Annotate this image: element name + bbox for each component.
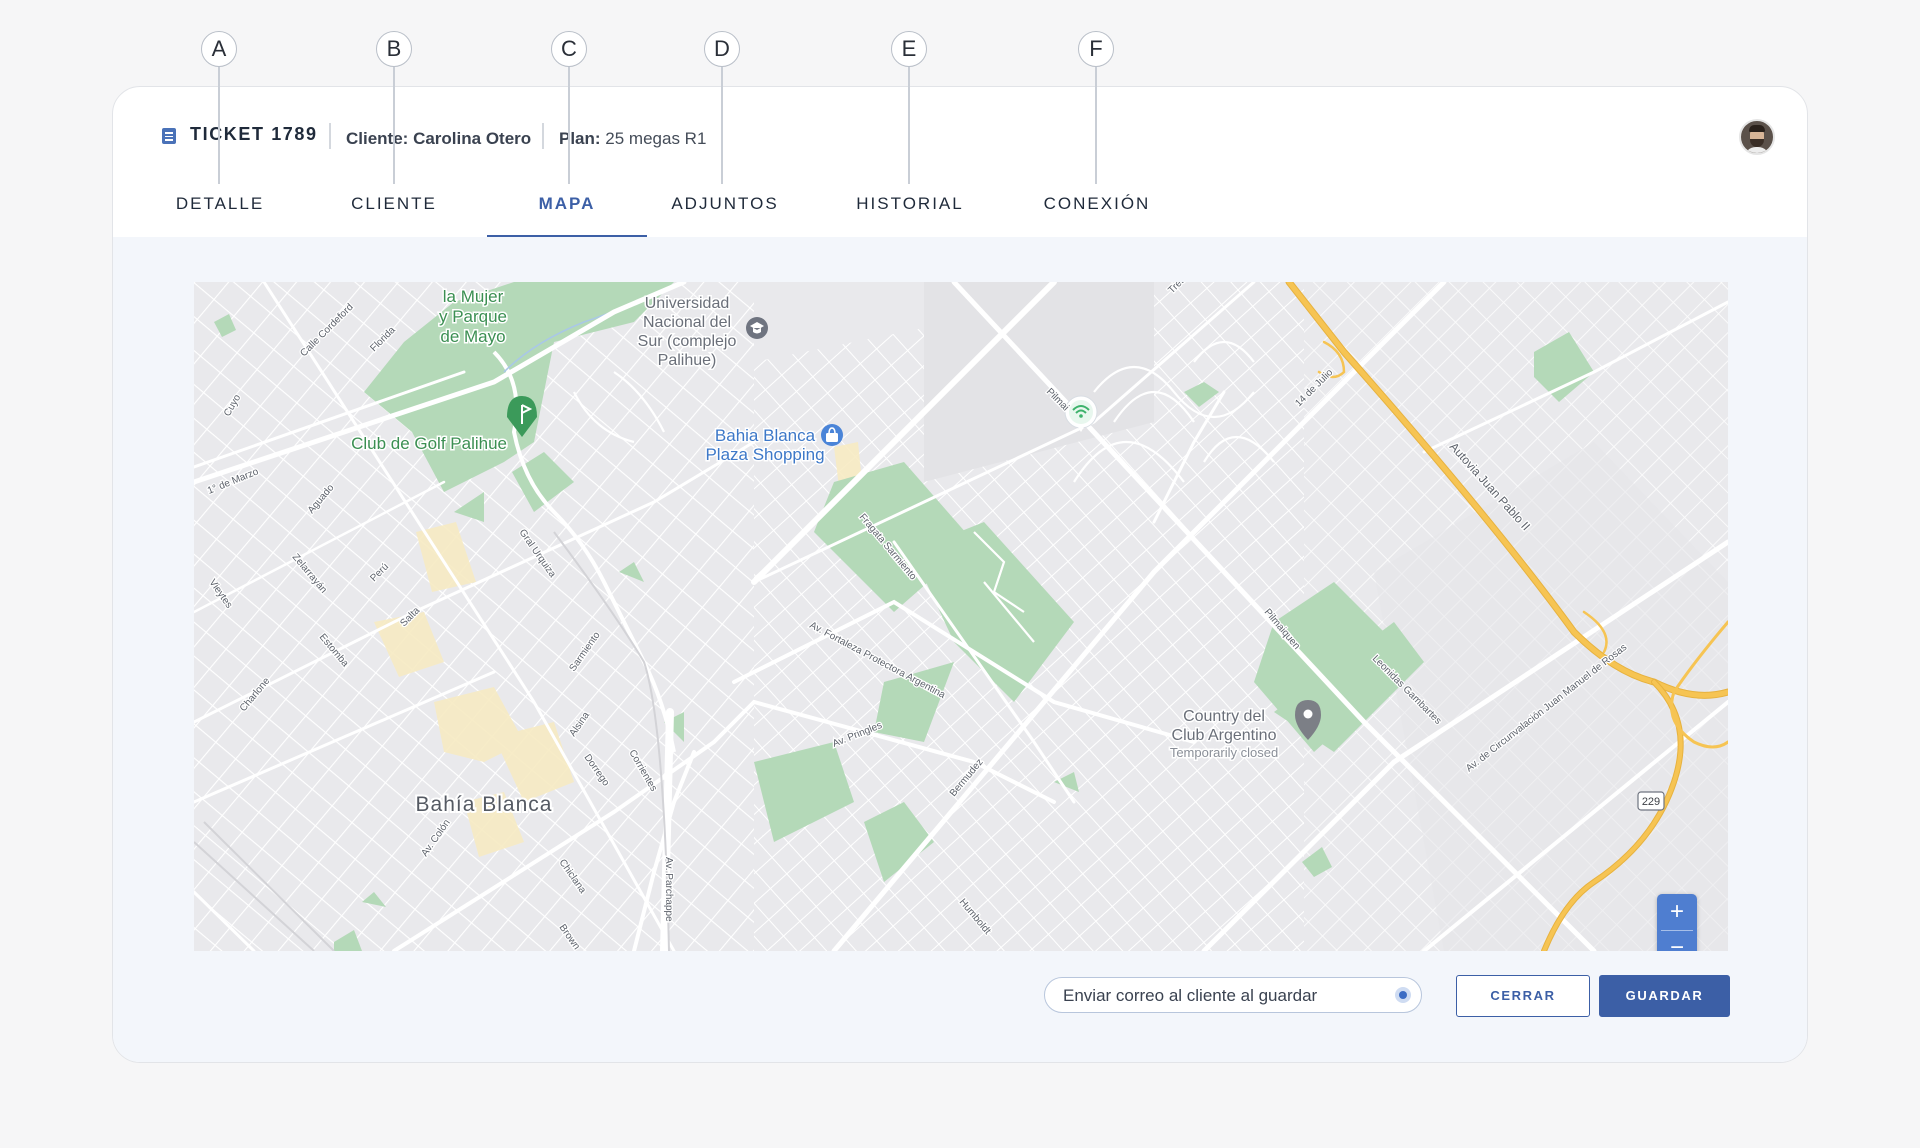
client-info: Cliente: Carolina Otero xyxy=(346,129,531,149)
callout-d: D xyxy=(704,31,740,67)
map-label-universidad-line3: Sur (complejo xyxy=(638,333,737,350)
tab-detalle[interactable]: DETALLE xyxy=(155,187,285,237)
action-bar: Enviar correo al cliente al guardar CERR… xyxy=(113,975,1807,1021)
callout-line-a xyxy=(218,67,220,184)
zoom-in-button[interactable]: + xyxy=(1657,894,1697,930)
tab-adjuntos[interactable]: ADJUNTOS xyxy=(655,187,795,237)
callout-b: B xyxy=(376,31,412,67)
map-label-universidad-line1: Universidad xyxy=(645,295,729,312)
route-shield-label: 229 xyxy=(1642,796,1660,808)
header-divider xyxy=(329,123,331,149)
callout-line-b xyxy=(393,67,395,184)
graduation-cap-icon[interactable] xyxy=(746,317,768,339)
callout-a: A xyxy=(201,31,237,67)
map-label-city: Bahía Blanca xyxy=(416,793,553,816)
map-tab-content: 229 la Mujer y Parque de Mayo Club de Go… xyxy=(113,237,1807,1062)
ticket-title: TICKET 1789 xyxy=(190,124,318,144)
map-label-shopping-line1: Bahia Blanca xyxy=(715,426,816,445)
map-view[interactable]: 229 la Mujer y Parque de Mayo Club de Go… xyxy=(194,282,1728,951)
plan-value: 25 megas R1 xyxy=(605,129,707,148)
close-button[interactable]: CERRAR xyxy=(1456,975,1590,1017)
map-label-plaza-line1: la Mujer xyxy=(443,287,504,306)
save-button[interactable]: GUARDAR xyxy=(1599,975,1730,1017)
ticket-card: TICKET 1789 Cliente: Carolina Otero Plan… xyxy=(112,86,1808,1063)
tab-historial[interactable]: HISTORIAL xyxy=(840,187,980,237)
tab-conexion[interactable]: CONEXIÓN xyxy=(1022,187,1172,237)
zoom-control: + − xyxy=(1657,894,1697,951)
callout-c: C xyxy=(551,31,587,67)
street-label: Av. Parchappe xyxy=(663,857,674,922)
client-label: Cliente: xyxy=(346,129,409,148)
map-label-shopping-line2: Plaza Shopping xyxy=(705,445,824,464)
callout-line-f xyxy=(1095,67,1097,184)
callout-line-c xyxy=(568,67,570,184)
user-avatar[interactable] xyxy=(1739,119,1775,155)
callout-e: E xyxy=(891,31,927,67)
email-client-toggle[interactable]: Enviar correo al cliente al guardar xyxy=(1044,977,1422,1013)
tab-mapa[interactable]: MAPA xyxy=(487,187,647,237)
map-label-plaza-line2: y Parque xyxy=(439,307,507,326)
plan-label: Plan: xyxy=(559,129,601,148)
tab-cliente[interactable]: CLIENTE xyxy=(329,187,459,237)
route-shield: 229 xyxy=(1637,791,1665,811)
callout-line-d xyxy=(721,67,723,184)
map-label-golf: Club de Golf Palihue xyxy=(351,434,507,453)
ticket-tabs: DETALLE CLIENTE MAPA ADJUNTOS HISTORIAL … xyxy=(113,187,1807,237)
callout-line-e xyxy=(908,67,910,184)
map-label-country-status: Temporarily closed xyxy=(1170,745,1278,760)
map-label-plaza-line3: de Mayo xyxy=(440,327,505,346)
email-toggle-label: Enviar correo al cliente al guardar xyxy=(1063,986,1318,1005)
map-label-country-line2: Club Argentino xyxy=(1172,727,1277,744)
map-label-universidad-line4: Palihue) xyxy=(658,352,717,369)
document-icon xyxy=(162,128,176,144)
shopping-bag-icon[interactable] xyxy=(821,424,843,446)
radio-indicator-icon[interactable] xyxy=(1395,987,1411,1003)
header-divider xyxy=(542,123,544,149)
client-value: Carolina Otero xyxy=(413,129,532,148)
zoom-out-button[interactable]: − xyxy=(1657,930,1697,951)
plan-info: Plan: 25 megas R1 xyxy=(559,129,706,149)
map-label-universidad-line2: Nacional del xyxy=(643,314,731,331)
callout-f: F xyxy=(1078,31,1114,67)
map-label-country-line1: Country del xyxy=(1183,708,1265,725)
